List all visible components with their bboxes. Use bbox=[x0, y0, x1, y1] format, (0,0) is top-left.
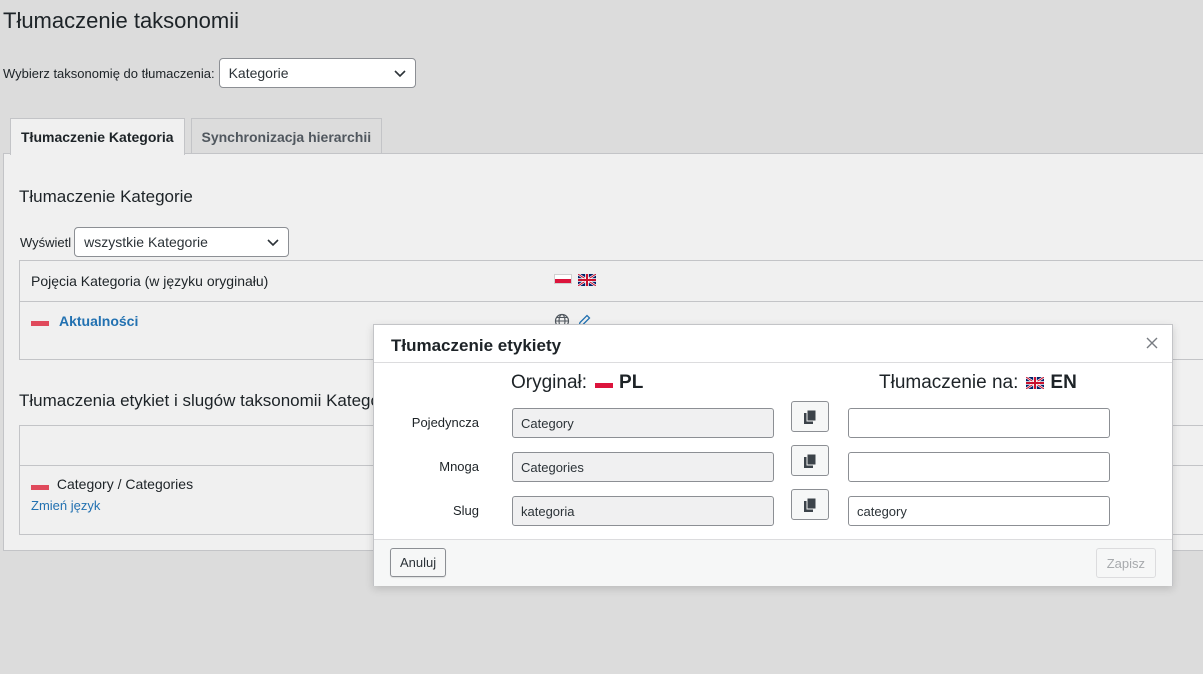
label-translation-dialog: Tłumaczenie etykiety Oryginał: PL Tłumac… bbox=[373, 324, 1173, 586]
translation-label: Tłumaczenie na: bbox=[879, 372, 1019, 393]
tab-bar: Tłumaczenie Kategoria Synchronizacja hie… bbox=[10, 118, 388, 155]
taxonomy-select[interactable]: Kategorie bbox=[218, 58, 416, 88]
original-singular-field[interactable]: Category bbox=[512, 408, 774, 438]
labels-table-row: Category / Categories Zmień język bbox=[31, 476, 193, 513]
copy-singular-button[interactable] bbox=[791, 401, 829, 432]
flag-uk-icon bbox=[578, 274, 596, 286]
translation-plural-input[interactable] bbox=[848, 452, 1110, 482]
tab-translation[interactable]: Tłumaczenie Kategoria bbox=[10, 118, 185, 155]
dialog-title: Tłumaczenie etykiety bbox=[391, 336, 562, 355]
change-language-link[interactable]: Zmień język bbox=[31, 498, 193, 513]
section-title-labels-slugs: Tłumaczenia etykiet i slugów taksonomii … bbox=[19, 391, 399, 410]
flag-pl-icon bbox=[31, 316, 49, 326]
tab-hierarchy-sync[interactable]: Synchronizacja hierarchii bbox=[190, 118, 383, 154]
flag-pl-icon bbox=[31, 480, 49, 490]
display-filter-label: Wyświetl bbox=[20, 234, 72, 250]
original-slug-field[interactable]: kategoria bbox=[512, 496, 774, 526]
flag-uk-icon bbox=[1026, 377, 1045, 389]
copy-slug-button[interactable] bbox=[791, 489, 829, 520]
term-row: Aktualności bbox=[31, 313, 138, 329]
dialog-footer: Anuluj Zapisz bbox=[374, 539, 1172, 586]
copy-icon bbox=[804, 409, 817, 424]
flag-pl-icon bbox=[554, 274, 572, 284]
section-title-translation: Tłumaczenie Kategorie bbox=[19, 187, 193, 206]
language-flags bbox=[554, 274, 596, 286]
labels-row-text: Category / Categories bbox=[56, 476, 194, 492]
term-link-aktualnosci[interactable]: Aktualności bbox=[59, 313, 138, 329]
copy-icon bbox=[804, 497, 817, 512]
original-label: Oryginał: bbox=[511, 372, 588, 393]
field-label-slug: Slug bbox=[452, 503, 479, 518]
field-label-singular: Pojedyncza bbox=[411, 415, 479, 430]
page-title: Tłumaczenie taksonomii bbox=[3, 8, 239, 33]
field-label-plural: Mnoga bbox=[439, 459, 479, 474]
display-filter-select[interactable]: wszystkie Kategorie bbox=[74, 227, 290, 257]
display-filter-value: wszystkie Kategorie bbox=[84, 234, 208, 250]
cancel-button[interactable]: Anuluj bbox=[390, 548, 447, 577]
copy-plural-button[interactable] bbox=[791, 445, 829, 476]
original-lang-code: PL bbox=[619, 372, 644, 393]
save-button[interactable]: Zapisz bbox=[1095, 548, 1156, 578]
taxonomy-select-row: Wybierz taksonomię do tłumaczenia: Kateg… bbox=[3, 58, 416, 88]
taxonomy-select-value: Kategorie bbox=[228, 65, 289, 81]
original-plural-value: Categories bbox=[521, 459, 584, 475]
dialog-header: Tłumaczenie etykiety bbox=[374, 325, 1172, 363]
original-plural-field[interactable]: Categories bbox=[512, 452, 774, 482]
terms-table-header: Pojęcia Kategoria (w języku oryginału) bbox=[20, 261, 1203, 302]
close-icon[interactable] bbox=[1144, 335, 1160, 351]
translation-slug-input[interactable] bbox=[848, 496, 1110, 526]
original-singular-value: Category bbox=[521, 415, 574, 431]
translation-column-header: Tłumaczenie na: EN bbox=[879, 372, 1077, 394]
flag-pl-icon bbox=[595, 378, 614, 388]
original-slug-value: kategoria bbox=[521, 503, 575, 519]
terms-table-header-label: Pojęcia Kategoria (w języku oryginału) bbox=[31, 273, 269, 289]
display-filter-row: Wyświetl wszystkie Kategorie bbox=[20, 227, 290, 257]
original-column-header: Oryginał: PL bbox=[511, 372, 643, 394]
taxonomy-select-label: Wybierz taksonomię do tłumaczenia: bbox=[3, 65, 215, 81]
copy-icon bbox=[804, 453, 817, 468]
translation-lang-code: EN bbox=[1050, 372, 1077, 393]
chevron-down-icon bbox=[267, 239, 279, 247]
translation-singular-input[interactable] bbox=[848, 408, 1110, 438]
chevron-down-icon bbox=[394, 70, 406, 78]
